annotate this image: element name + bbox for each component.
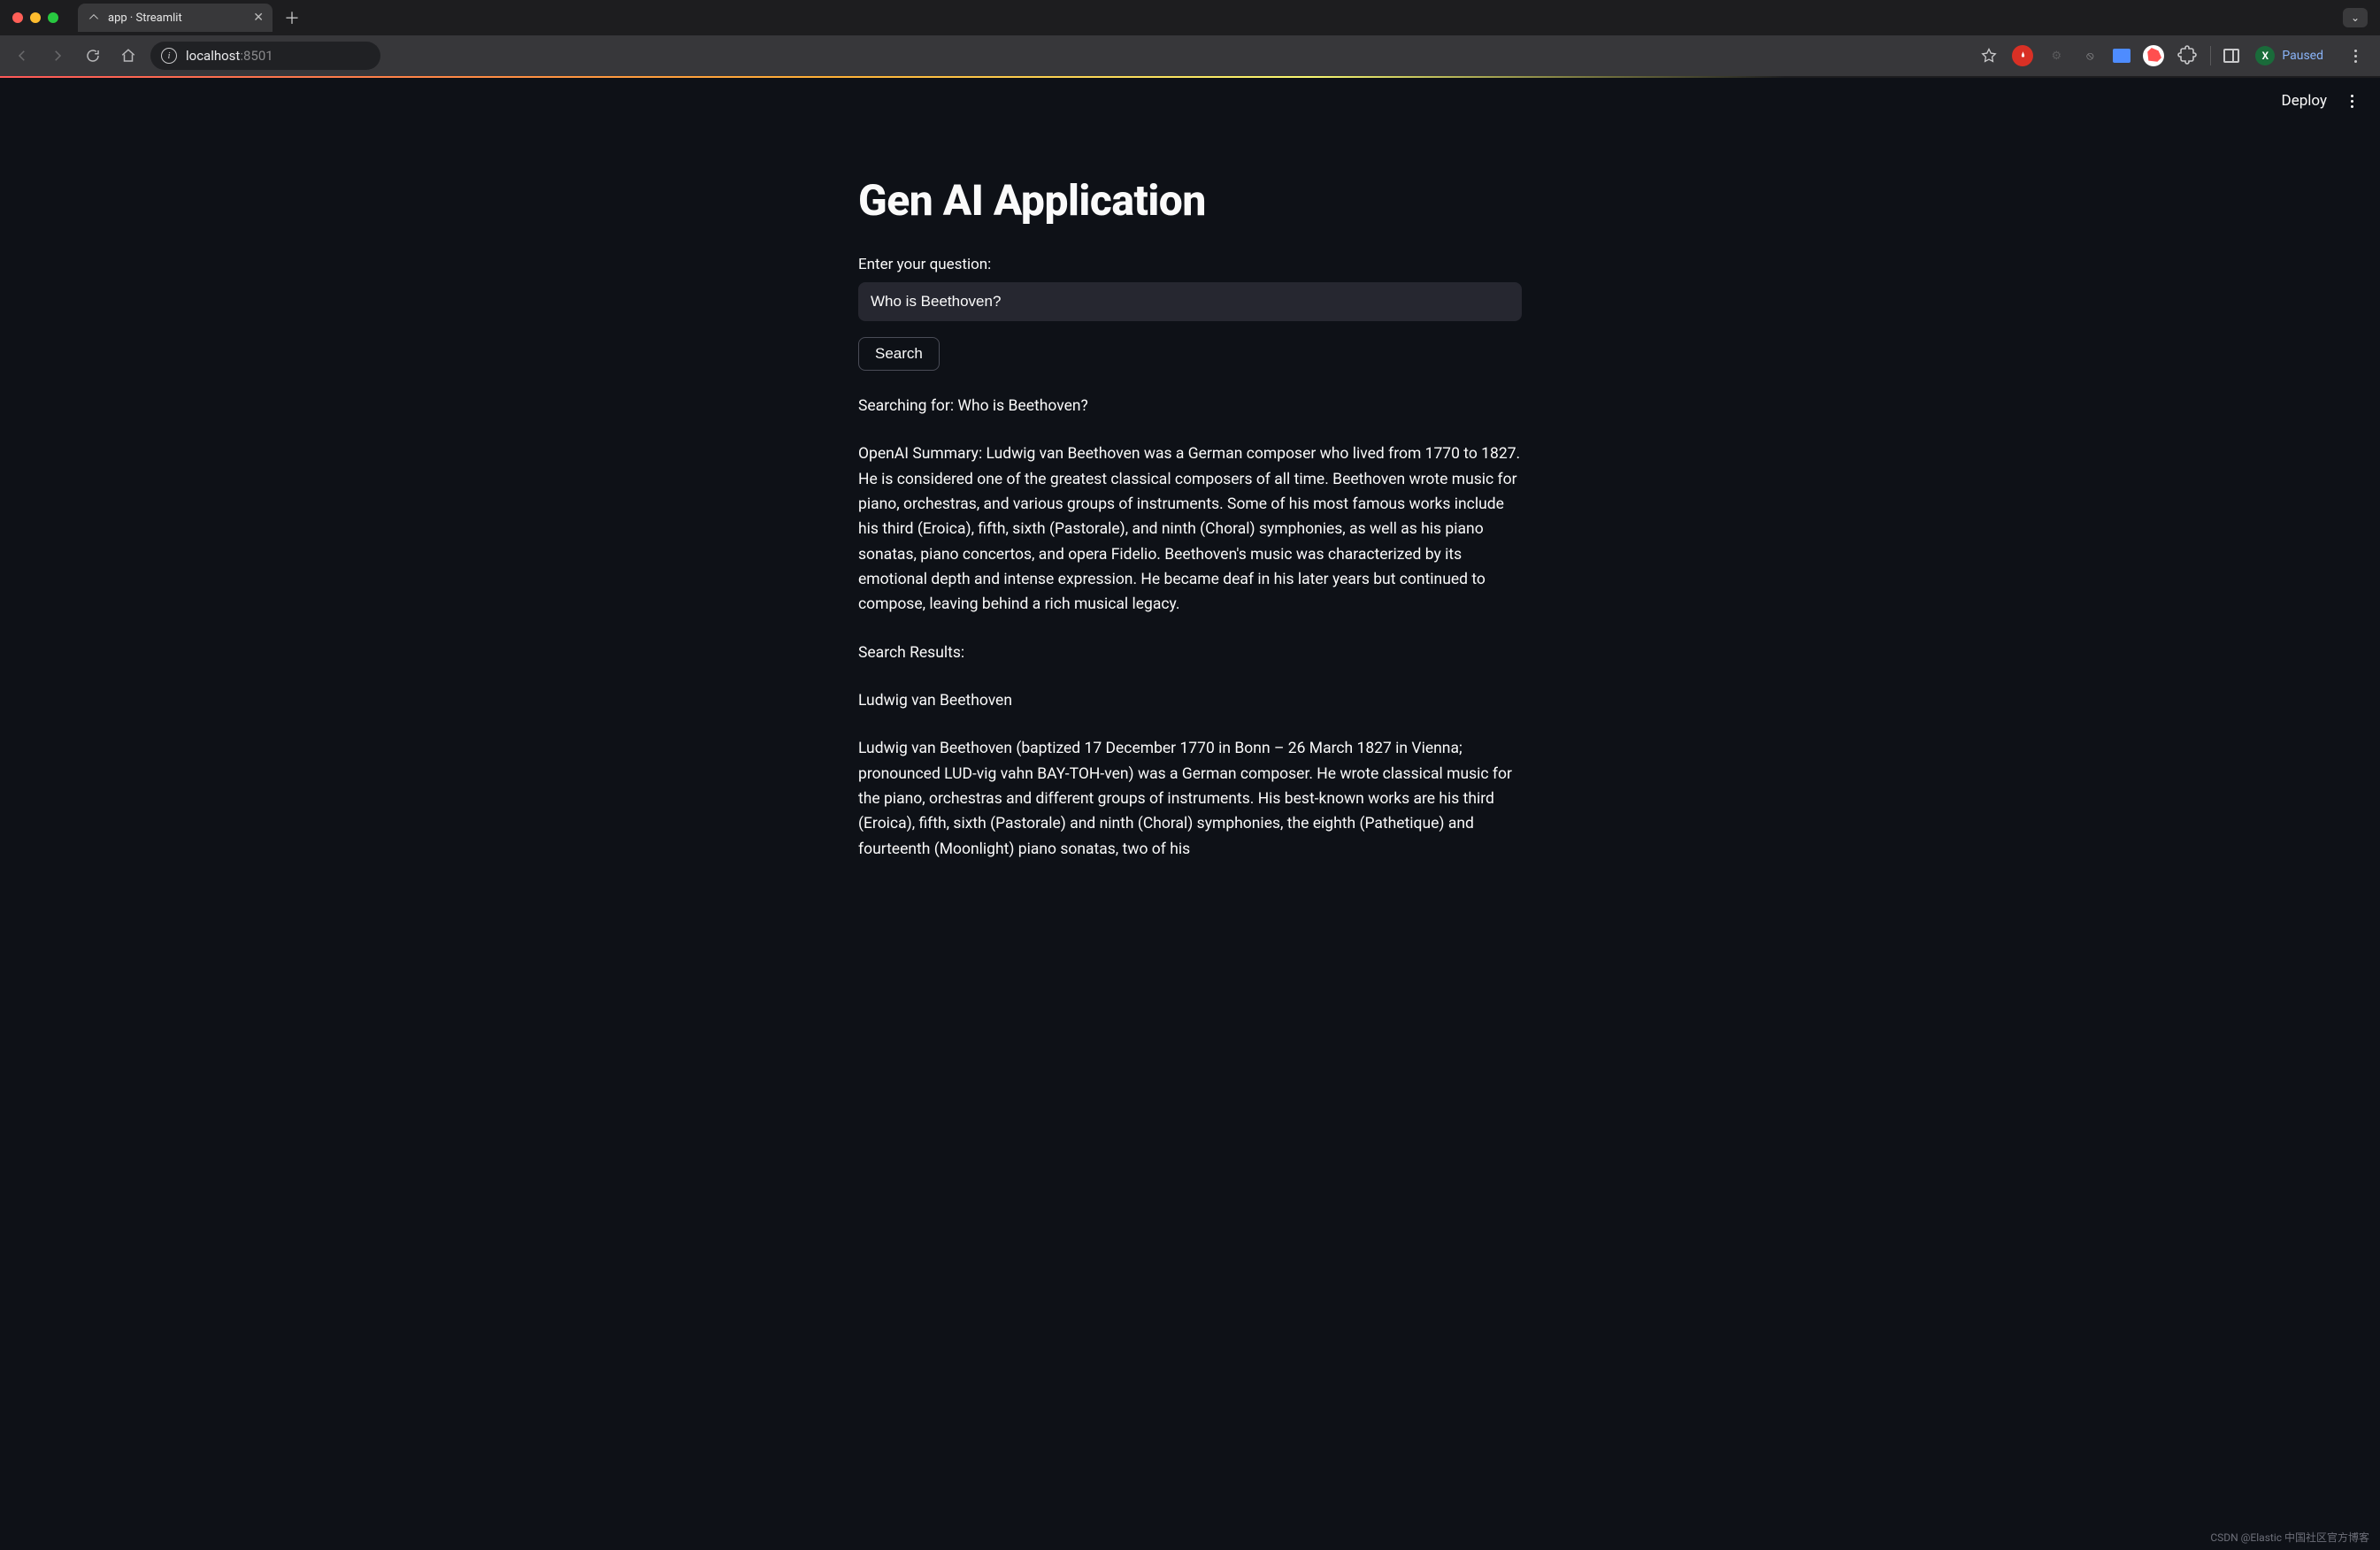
tabs-dropdown-button[interactable]: ⌄	[2343, 8, 2368, 27]
profile-chip[interactable]: X Paused	[2252, 42, 2332, 69]
streamlit-toolbar: Deploy	[2282, 92, 2361, 110]
question-label: Enter your question:	[858, 256, 1522, 273]
result-title: Ludwig van Beethoven	[858, 688, 1522, 713]
tab-close-icon[interactable]: ✕	[253, 11, 264, 25]
extensions-puzzle-icon[interactable]	[2177, 45, 2198, 66]
browser-toolbar: i localhost:8501 ⚙ ⦸ X Paused	[0, 35, 2380, 76]
window-minimize-button[interactable]	[30, 12, 41, 23]
profile-status: Paused	[2282, 49, 2323, 63]
toolbar-separator	[2210, 46, 2211, 65]
tab-favicon-icon	[87, 11, 101, 25]
browser-window: app · Streamlit ✕ ＋ ⌄ i localhost:8501	[0, 0, 2380, 1550]
url-host: localhost	[186, 48, 240, 64]
extension-settings-icon[interactable]: ⚙	[2046, 45, 2067, 66]
streamlit-menu-button[interactable]	[2343, 95, 2361, 108]
page-title: Gen AI Application	[858, 175, 1522, 226]
openai-summary: OpenAI Summary: Ludwig van Beethoven was…	[858, 441, 1522, 617]
question-input[interactable]	[858, 282, 1522, 321]
back-button[interactable]	[9, 42, 35, 69]
browser-menu-button[interactable]	[2345, 50, 2366, 63]
page-viewport: Deploy Gen AI Application Enter your que…	[0, 78, 2380, 1550]
extension-icon-1[interactable]	[2012, 45, 2033, 66]
browser-tab[interactable]: app · Streamlit ✕	[78, 4, 273, 32]
bookmark-star-icon[interactable]	[1978, 45, 2000, 66]
new-tab-button[interactable]: ＋	[280, 5, 304, 30]
home-button[interactable]	[115, 42, 142, 69]
tab-strip: app · Streamlit ✕ ＋ ⌄	[0, 0, 2380, 35]
reload-button[interactable]	[80, 42, 106, 69]
result-body: Ludwig van Beethoven (baptized 17 Decemb…	[858, 736, 1522, 862]
forward-button[interactable]	[44, 42, 71, 69]
search-button[interactable]: Search	[858, 337, 940, 371]
extension-icon-2[interactable]	[2113, 49, 2130, 63]
brave-shield-icon[interactable]	[2143, 45, 2164, 66]
site-info-icon[interactable]: i	[161, 48, 177, 64]
deploy-button[interactable]: Deploy	[2282, 92, 2327, 110]
window-controls	[12, 12, 58, 23]
window-close-button[interactable]	[12, 12, 23, 23]
extension-block-icon[interactable]: ⦸	[2079, 45, 2100, 66]
watermark: CSDN @Elastic 中国社区官方博客	[2210, 1530, 2369, 1545]
tab-title: app · Streamlit	[108, 12, 182, 25]
profile-avatar-icon: X	[2255, 46, 2275, 65]
window-maximize-button[interactable]	[48, 12, 58, 23]
address-bar[interactable]: i localhost:8501	[150, 42, 380, 70]
app-content: Gen AI Application Enter your question: …	[841, 78, 1539, 920]
search-results-header: Search Results:	[858, 641, 1522, 665]
side-panel-icon[interactable]	[2223, 49, 2239, 63]
searching-status: Searching for: Who is Beethoven?	[858, 394, 1522, 418]
toolbar-icons: ⚙ ⦸ X Paused	[1978, 42, 2366, 69]
url-port: :8501	[240, 48, 273, 64]
